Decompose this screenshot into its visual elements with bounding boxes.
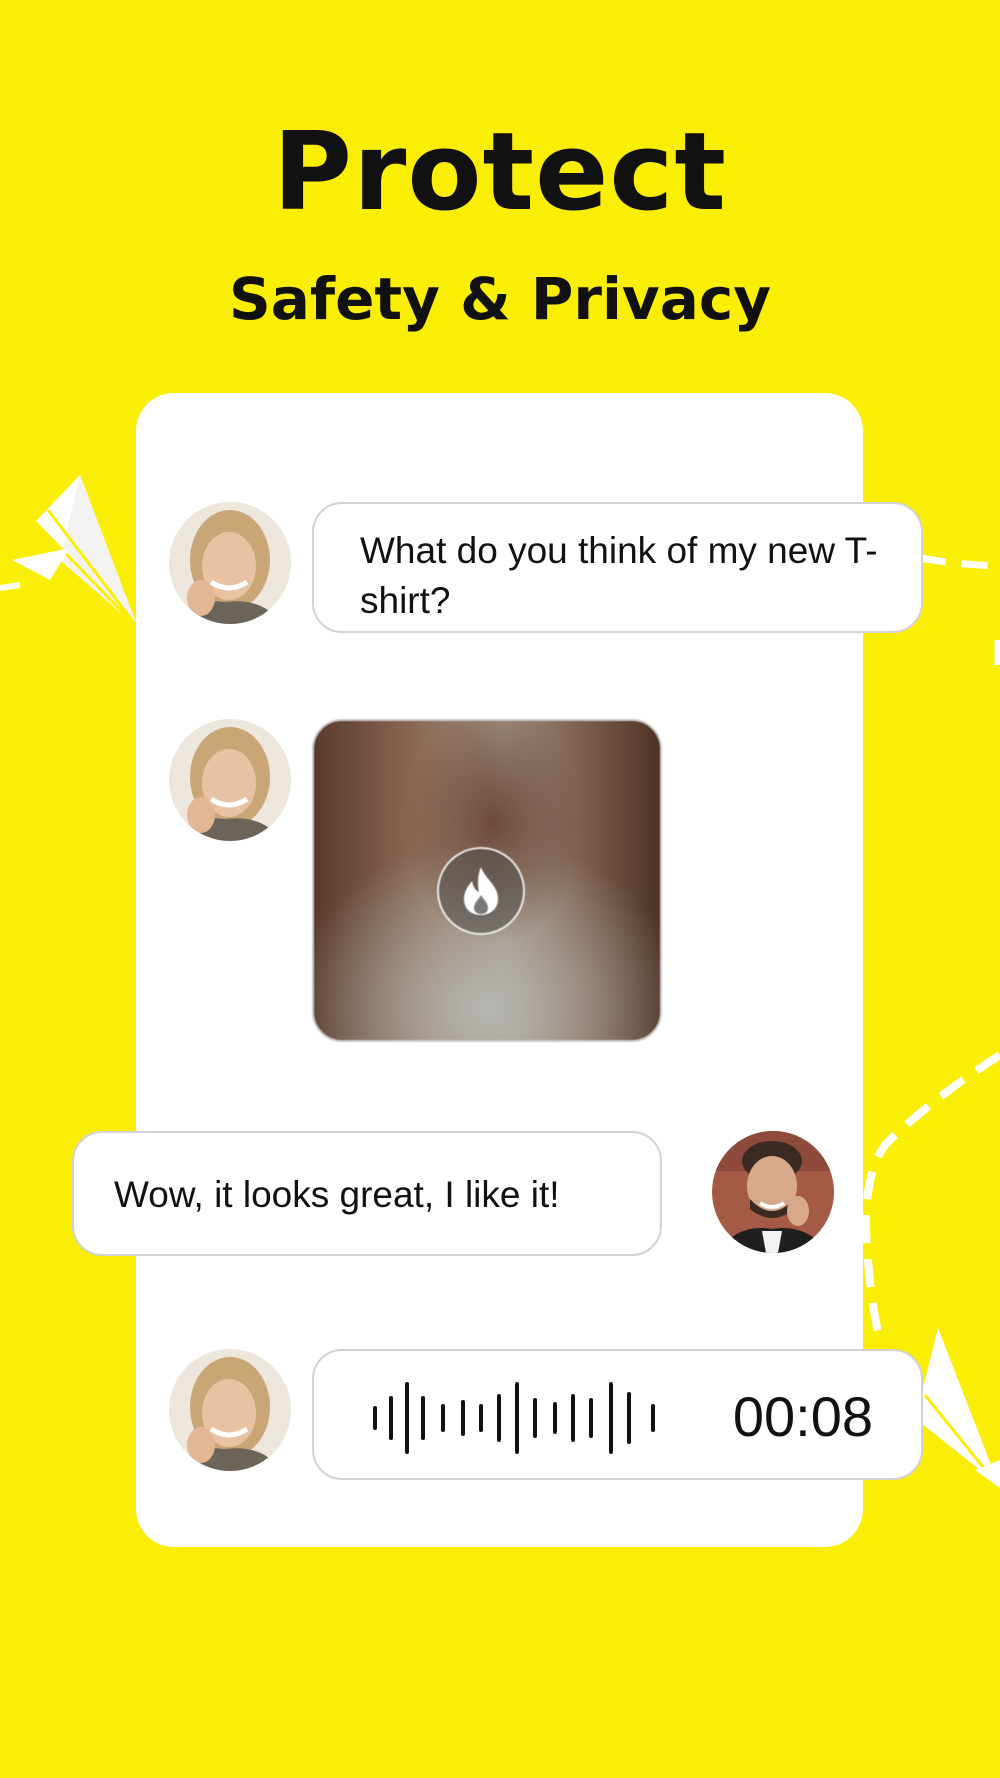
avatar-female[interactable] bbox=[169, 502, 291, 624]
paper-plane-left-icon bbox=[12, 475, 140, 630]
message-bubble-question[interactable]: What do you think of my new T-shirt? bbox=[312, 502, 923, 633]
message-bubble-reply[interactable]: Wow, it looks great, I like it! bbox=[72, 1131, 662, 1256]
avatar-female[interactable] bbox=[169, 1349, 291, 1471]
avatar-male[interactable] bbox=[712, 1131, 834, 1253]
page-subtitle: Safety & Privacy bbox=[228, 265, 772, 333]
paper-plane-right-icon bbox=[914, 1328, 1000, 1490]
voice-waveform-icon bbox=[373, 1382, 655, 1454]
message-text: What do you think of my new T-shirt? bbox=[360, 530, 878, 621]
avatar-female[interactable] bbox=[169, 719, 291, 841]
message-text: Wow, it looks great, I like it! bbox=[114, 1174, 560, 1215]
dashed-path-top-right bbox=[919, 554, 1000, 570]
voice-duration: 00:08 bbox=[732, 1385, 873, 1448]
dashed-path-lower-right bbox=[862, 1051, 1000, 1342]
voice-message-bubble[interactable]: 00:08 bbox=[312, 1349, 923, 1480]
page-title: Protect bbox=[272, 110, 728, 235]
blurred-photo-message[interactable] bbox=[312, 719, 662, 1042]
dashed-path-left bbox=[0, 582, 21, 591]
flame-icon[interactable] bbox=[437, 847, 525, 935]
